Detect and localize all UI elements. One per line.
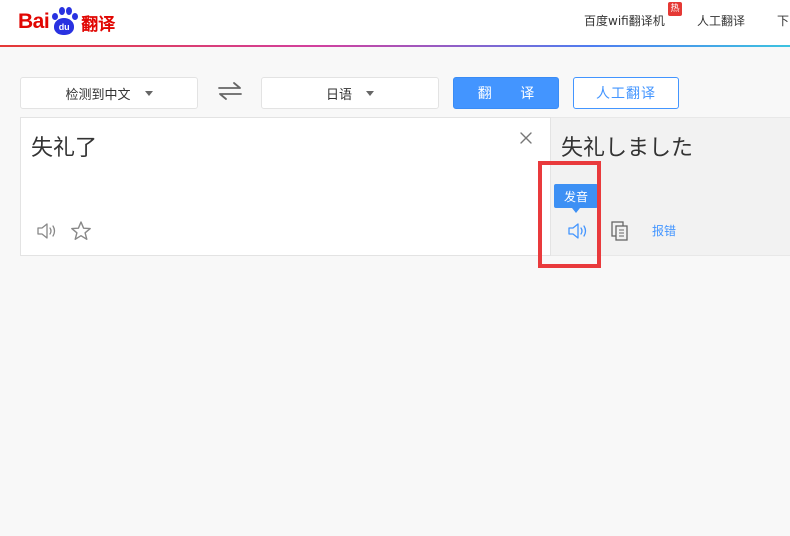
chevron-down-icon [366, 90, 374, 96]
header-divider [0, 45, 790, 47]
highlight-box [538, 161, 601, 268]
swap-icon[interactable] [216, 80, 244, 102]
source-language-select[interactable]: 检测到中文 [20, 77, 198, 109]
target-language-label: 日语 [325, 87, 352, 103]
source-text[interactable]: 失礼了 [31, 130, 97, 162]
logo-bai-text: Bai [18, 10, 50, 33]
logo-fanyi-text: 翻译 [81, 14, 116, 35]
nav-human-translation[interactable]: 人工翻译 [697, 12, 745, 29]
human-translate-button[interactable]: 人工翻译 [573, 77, 679, 109]
source-text-panel[interactable]: 失礼了 [20, 117, 551, 256]
hot-badge: 热 [668, 2, 682, 16]
source-language-label: 检测到中文 [65, 87, 131, 103]
paw-icon: du [50, 7, 79, 37]
report-error-link[interactable]: 报错 [652, 222, 676, 239]
copy-icon[interactable] [610, 220, 630, 242]
close-icon[interactable] [518, 130, 534, 146]
translate-button[interactable]: 翻 译 [453, 77, 559, 109]
header: Bai du 翻译 百度wifi翻译机 热 人工翻译 下 [0, 0, 790, 46]
translation-text: 失礼しました [561, 136, 694, 161]
logo-du-text: du [54, 18, 75, 35]
speaker-icon[interactable] [36, 221, 58, 241]
baidu-fanyi-logo[interactable]: Bai du 翻译 [18, 5, 115, 39]
chevron-down-icon [144, 90, 153, 96]
target-language-select[interactable]: 日语 [261, 77, 439, 109]
star-icon[interactable] [70, 220, 92, 242]
nav-download[interactable]: 下 [777, 12, 789, 29]
nav-wifi-translator[interactable]: 百度wifi翻译机 [584, 12, 665, 29]
